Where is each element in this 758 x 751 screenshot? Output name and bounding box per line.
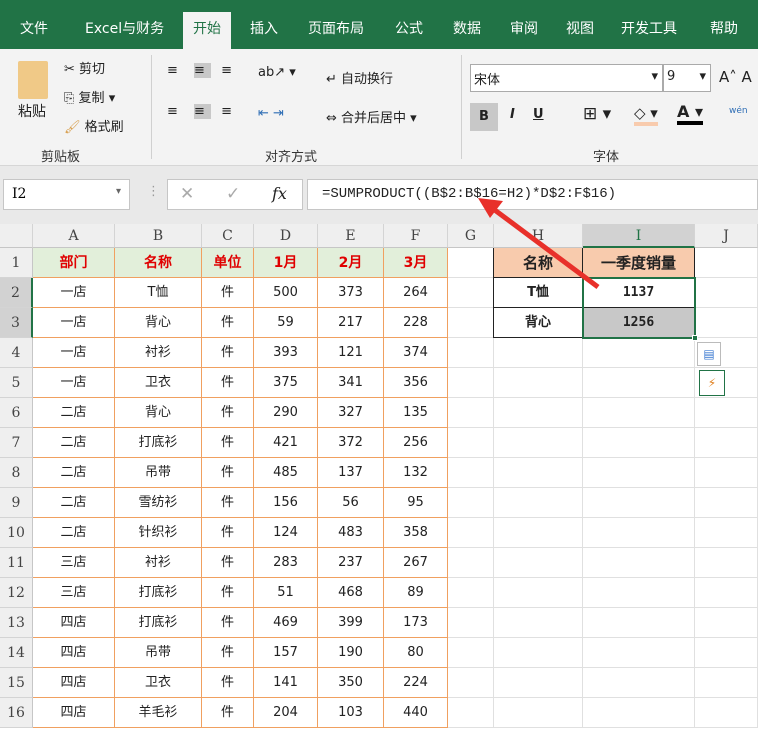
- annotation-arrow: [478, 198, 600, 290]
- arrow-shaft: [490, 205, 600, 290]
